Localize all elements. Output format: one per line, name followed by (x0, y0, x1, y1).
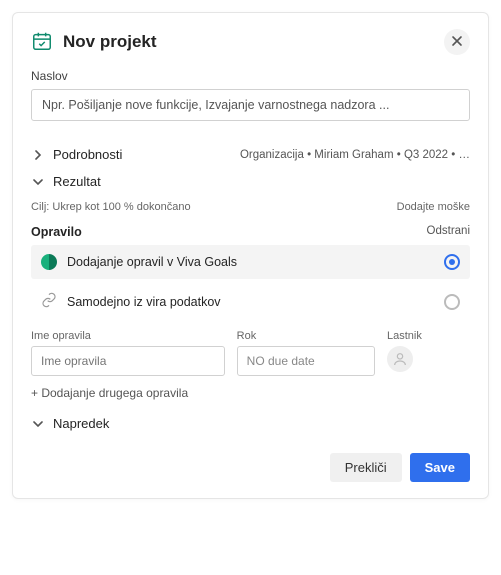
save-button[interactable]: Save (410, 453, 470, 482)
task-owner-label: Lastnik (387, 330, 470, 342)
title-label: Naslov (31, 69, 470, 83)
task-name-input[interactable] (31, 346, 225, 376)
result-label: Rezultat (53, 174, 470, 189)
panel-header: Nov projekt (31, 29, 470, 55)
chevron-down-icon (31, 175, 45, 189)
close-icon (451, 34, 463, 50)
task-name-label: Ime opravila (31, 330, 225, 342)
chevron-down-icon (31, 417, 45, 431)
task-due-label: Rok (237, 330, 375, 342)
new-project-panel: Nov projekt Naslov Podrobnosti Organizac… (12, 12, 489, 499)
task-option-viva[interactable]: Dodajanje opravil v Viva Goals (31, 245, 470, 279)
details-section-toggle[interactable]: Podrobnosti Organizacija • Miriam Graham… (31, 147, 470, 162)
result-subtext: Cilj: Ukrep kot 100 % dokončano Dodajte … (31, 201, 470, 213)
panel-footer: Prekliči Save (31, 453, 470, 482)
datasource-icon (41, 292, 57, 311)
progress-label: Napredek (53, 416, 470, 431)
details-label: Podrobnosti (53, 147, 232, 162)
viva-goals-icon (41, 254, 57, 270)
progress-section-toggle[interactable]: Napredek (31, 416, 470, 431)
goal-text: Cilj: Ukrep kot 100 % dokončano (31, 201, 191, 213)
cancel-button[interactable]: Prekliči (330, 453, 402, 482)
task-label: Opravilo (31, 225, 82, 239)
title-input[interactable] (31, 89, 470, 121)
task-header: Opravilo Odstrani (31, 225, 470, 239)
panel-title: Nov projekt (63, 32, 434, 52)
task-option-datasource[interactable]: Samodejno iz vira podatkov (31, 283, 470, 320)
close-button[interactable] (444, 29, 470, 55)
details-meta: Organizacija • Miriam Graham • Q3 2022 •… (240, 149, 470, 161)
task-option-label: Dodajanje opravil v Viva Goals (67, 255, 434, 269)
task-remove-link[interactable]: Odstrani (427, 225, 470, 239)
add-metric-link[interactable]: Dodajte moške (397, 201, 470, 213)
result-section-toggle[interactable]: Rezultat (31, 174, 470, 189)
task-fields: Ime opravila Rok NO due date Lastnik (31, 330, 470, 376)
owner-avatar-placeholder[interactable] (387, 346, 413, 372)
add-another-task-link[interactable]: + Dodajanje drugega opravila (31, 386, 470, 400)
chevron-right-icon (31, 148, 45, 162)
task-due-input[interactable]: NO due date (237, 346, 375, 376)
task-option-label: Samodejno iz vira podatkov (67, 295, 434, 309)
radio-selected-icon (444, 254, 460, 270)
radio-unselected-icon (444, 294, 460, 310)
project-icon (31, 30, 53, 55)
